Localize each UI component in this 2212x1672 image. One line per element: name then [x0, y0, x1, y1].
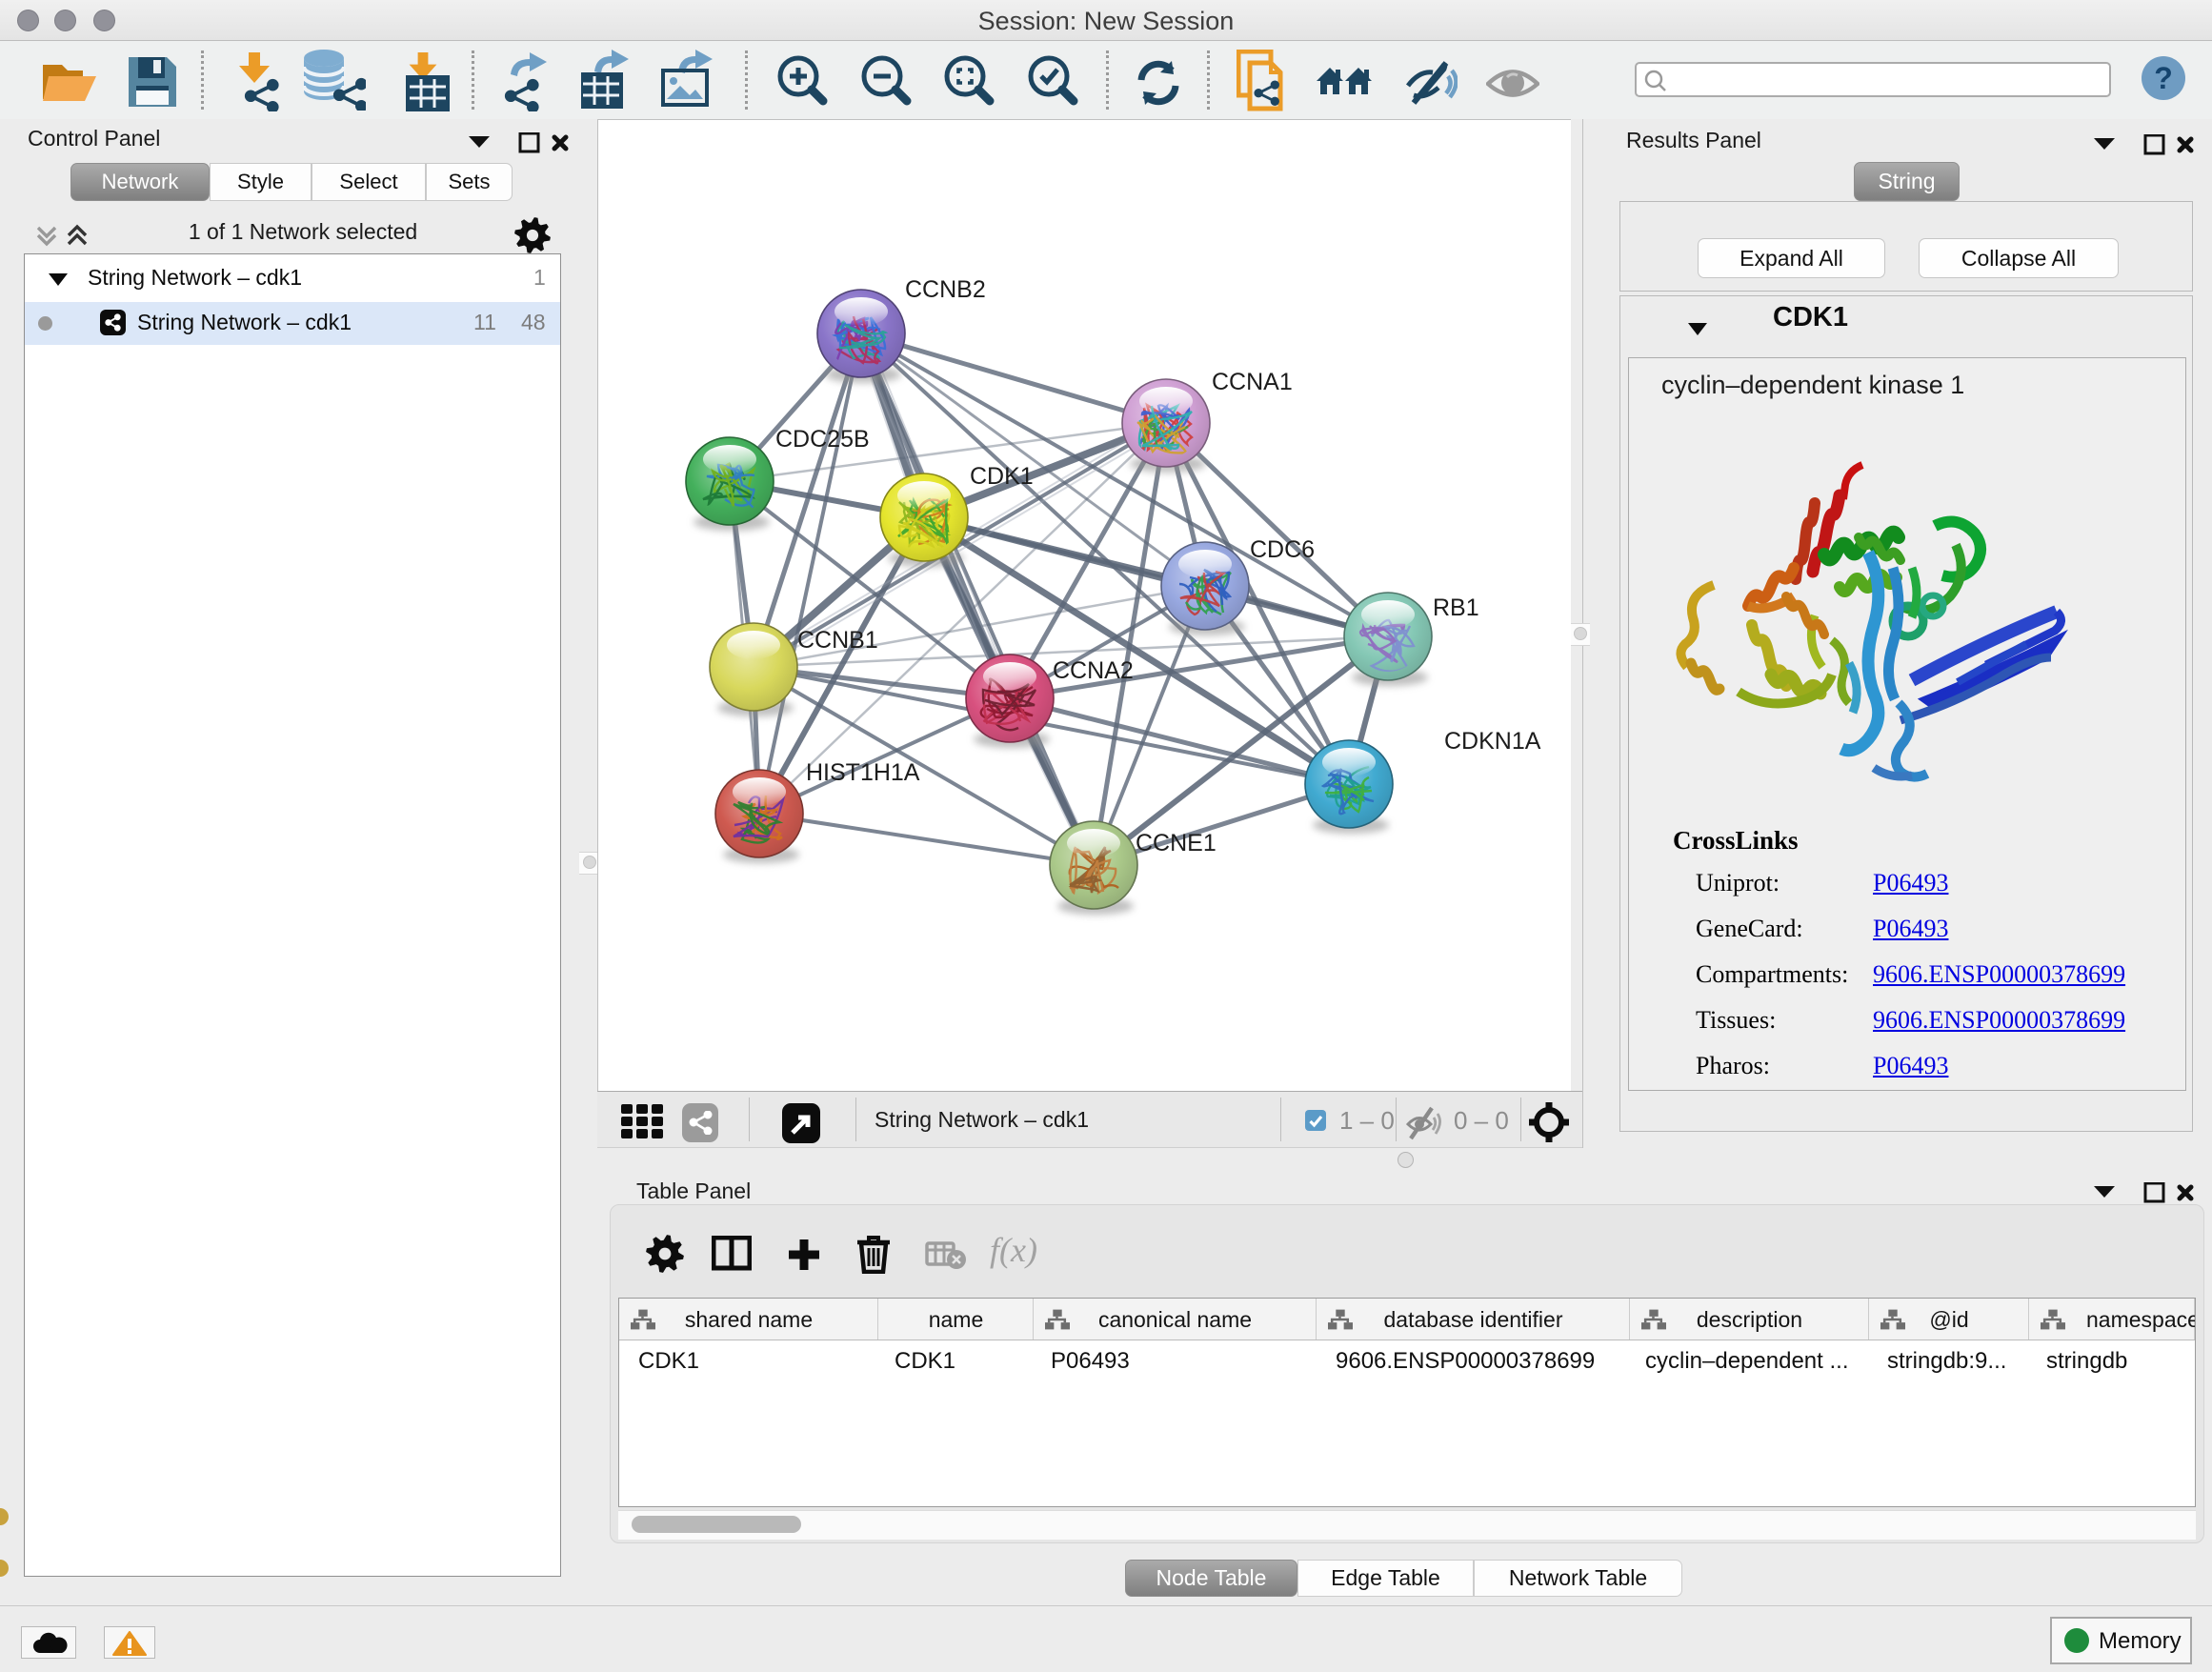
svg-text:CCNB2: CCNB2 [905, 276, 986, 303]
svg-text:HIST1H1A: HIST1H1A [806, 759, 920, 786]
svg-text:CCNB1: CCNB1 [797, 627, 878, 654]
svg-text:RB1: RB1 [1433, 594, 1479, 621]
svg-text:CDKN1A: CDKN1A [1444, 728, 1541, 755]
svg-text:CDC6: CDC6 [1250, 536, 1315, 563]
svg-text:CCNA2: CCNA2 [1053, 657, 1134, 684]
svg-text:CCNA1: CCNA1 [1212, 369, 1293, 395]
svg-text:CDC25B: CDC25B [775, 426, 870, 453]
svg-text:CCNE1: CCNE1 [1136, 830, 1217, 856]
svg-text:CDK1: CDK1 [970, 463, 1034, 490]
